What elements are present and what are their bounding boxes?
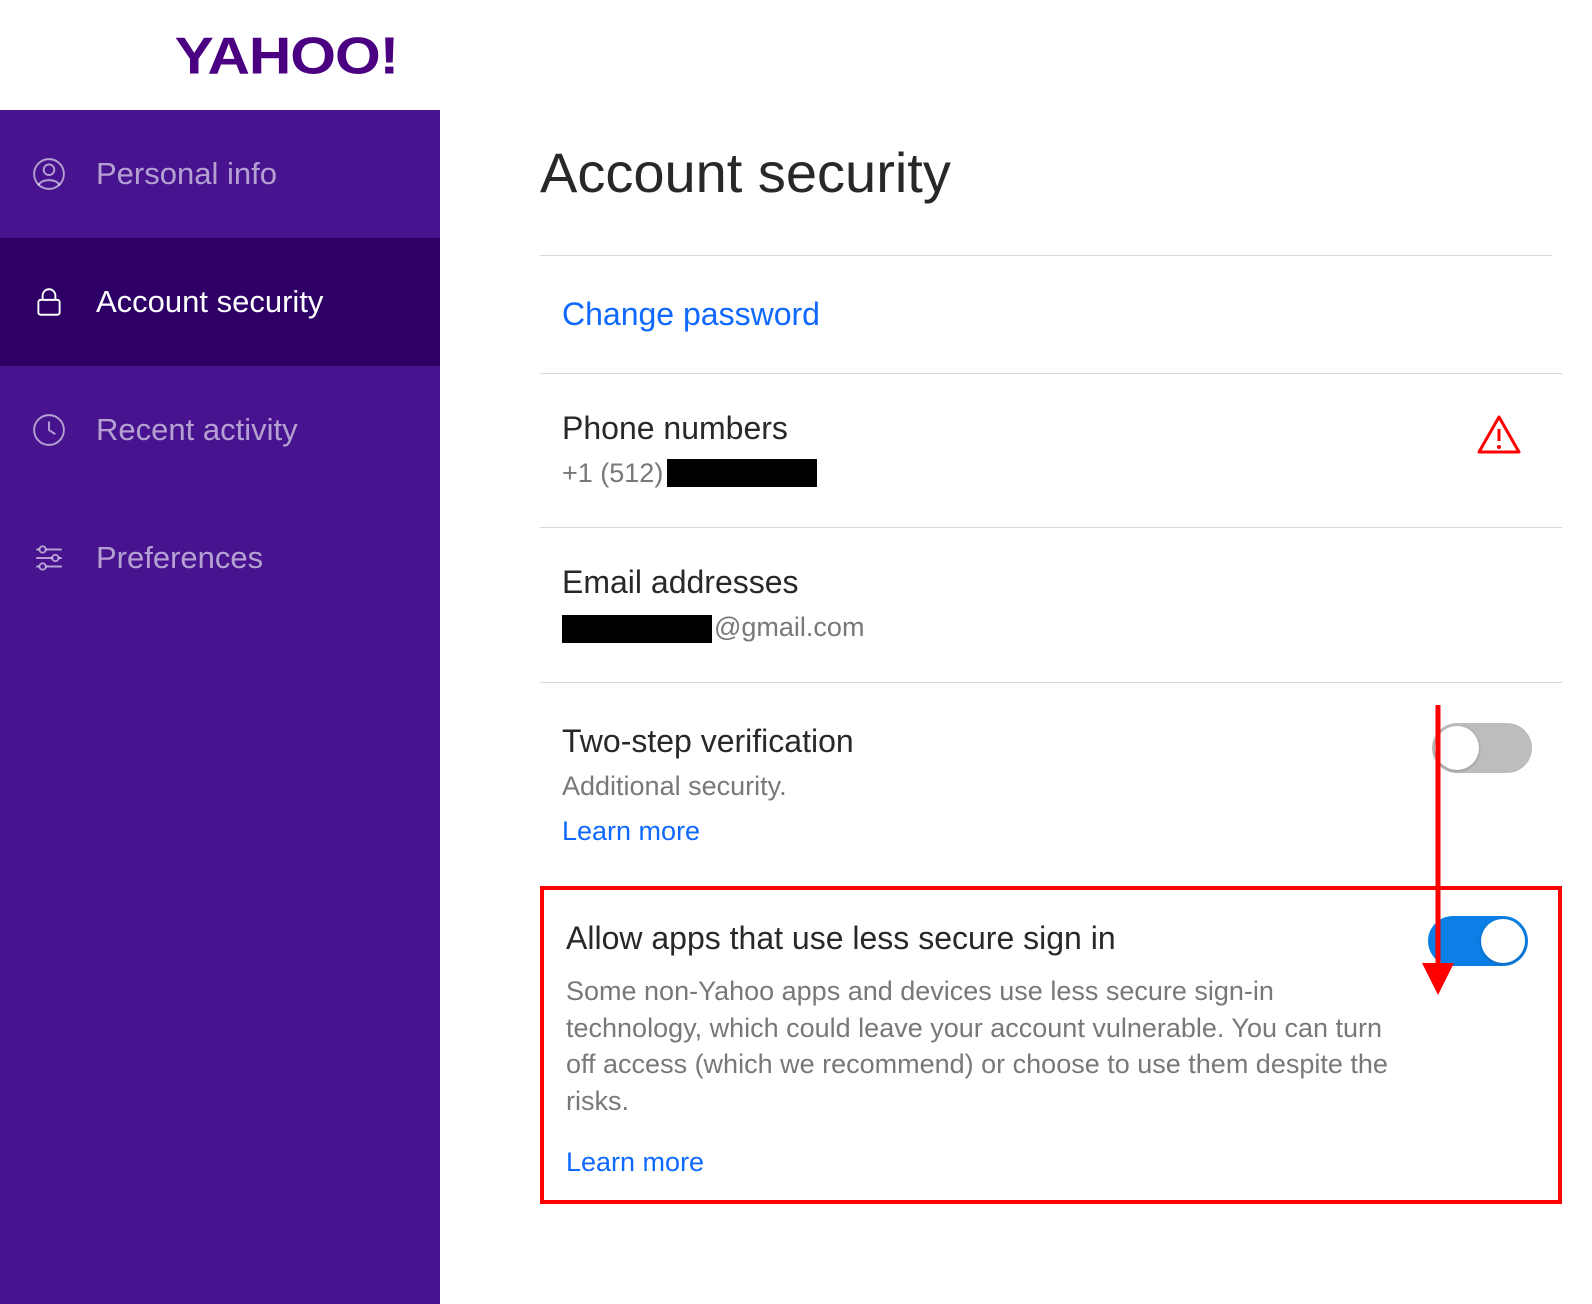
- less-secure-desc: Some non-Yahoo apps and devices use less…: [566, 973, 1396, 1119]
- two-step-learn-more-link[interactable]: Learn more: [562, 816, 700, 847]
- person-icon: [30, 155, 68, 193]
- lock-icon: [30, 283, 68, 321]
- email-section[interactable]: Email addresses @gmail.com: [540, 528, 1562, 682]
- change-password-link[interactable]: Change password: [562, 296, 820, 332]
- sidebar-item-account-security[interactable]: Account security: [0, 238, 440, 366]
- change-password-section: Change password: [540, 256, 1562, 374]
- two-step-section: Two-step verification Additional securit…: [540, 683, 1562, 888]
- less-secure-learn-more-link[interactable]: Learn more: [566, 1147, 704, 1178]
- toggle-knob: [1481, 919, 1525, 963]
- sidebar-item-label: Personal info: [96, 156, 277, 192]
- phone-section[interactable]: Phone numbers +1 (512): [540, 374, 1562, 528]
- two-step-sub: Additional security.: [562, 768, 1552, 804]
- sidebar-item-preferences[interactable]: Preferences: [0, 494, 440, 622]
- sidebar-item-recent-activity[interactable]: Recent activity: [0, 366, 440, 494]
- redacted-block: [667, 459, 817, 487]
- email-domain: @gmail.com: [714, 612, 864, 642]
- phone-title: Phone numbers: [562, 410, 1552, 447]
- sliders-icon: [30, 539, 68, 577]
- yahoo-logo[interactable]: YAHOO!: [175, 25, 399, 85]
- sidebar: Personal info Account security Recent ac…: [0, 110, 440, 1304]
- sidebar-item-label: Preferences: [96, 540, 263, 576]
- phone-prefix: +1 (512): [562, 455, 663, 491]
- redacted-block: [562, 615, 712, 643]
- sidebar-item-label: Recent activity: [96, 412, 298, 448]
- clock-icon: [30, 411, 68, 449]
- two-step-toggle[interactable]: [1432, 723, 1532, 773]
- warning-icon: [1476, 414, 1522, 461]
- header: YAHOO!: [0, 0, 1592, 110]
- email-value: @gmail.com: [562, 609, 1552, 645]
- main-content: Account security Change password Phone n…: [440, 110, 1592, 1304]
- page-title: Account security: [540, 140, 1552, 256]
- sidebar-item-label: Account security: [96, 284, 323, 320]
- less-secure-title: Allow apps that use less secure sign in: [566, 920, 1548, 957]
- email-title: Email addresses: [562, 564, 1552, 601]
- phone-value: +1 (512): [562, 455, 1552, 491]
- less-secure-toggle[interactable]: [1428, 916, 1528, 966]
- two-step-title: Two-step verification: [562, 723, 1552, 760]
- sidebar-item-personal-info[interactable]: Personal info: [0, 110, 440, 238]
- toggle-knob: [1435, 726, 1479, 770]
- less-secure-section: Allow apps that use less secure sign in …: [540, 886, 1562, 1204]
